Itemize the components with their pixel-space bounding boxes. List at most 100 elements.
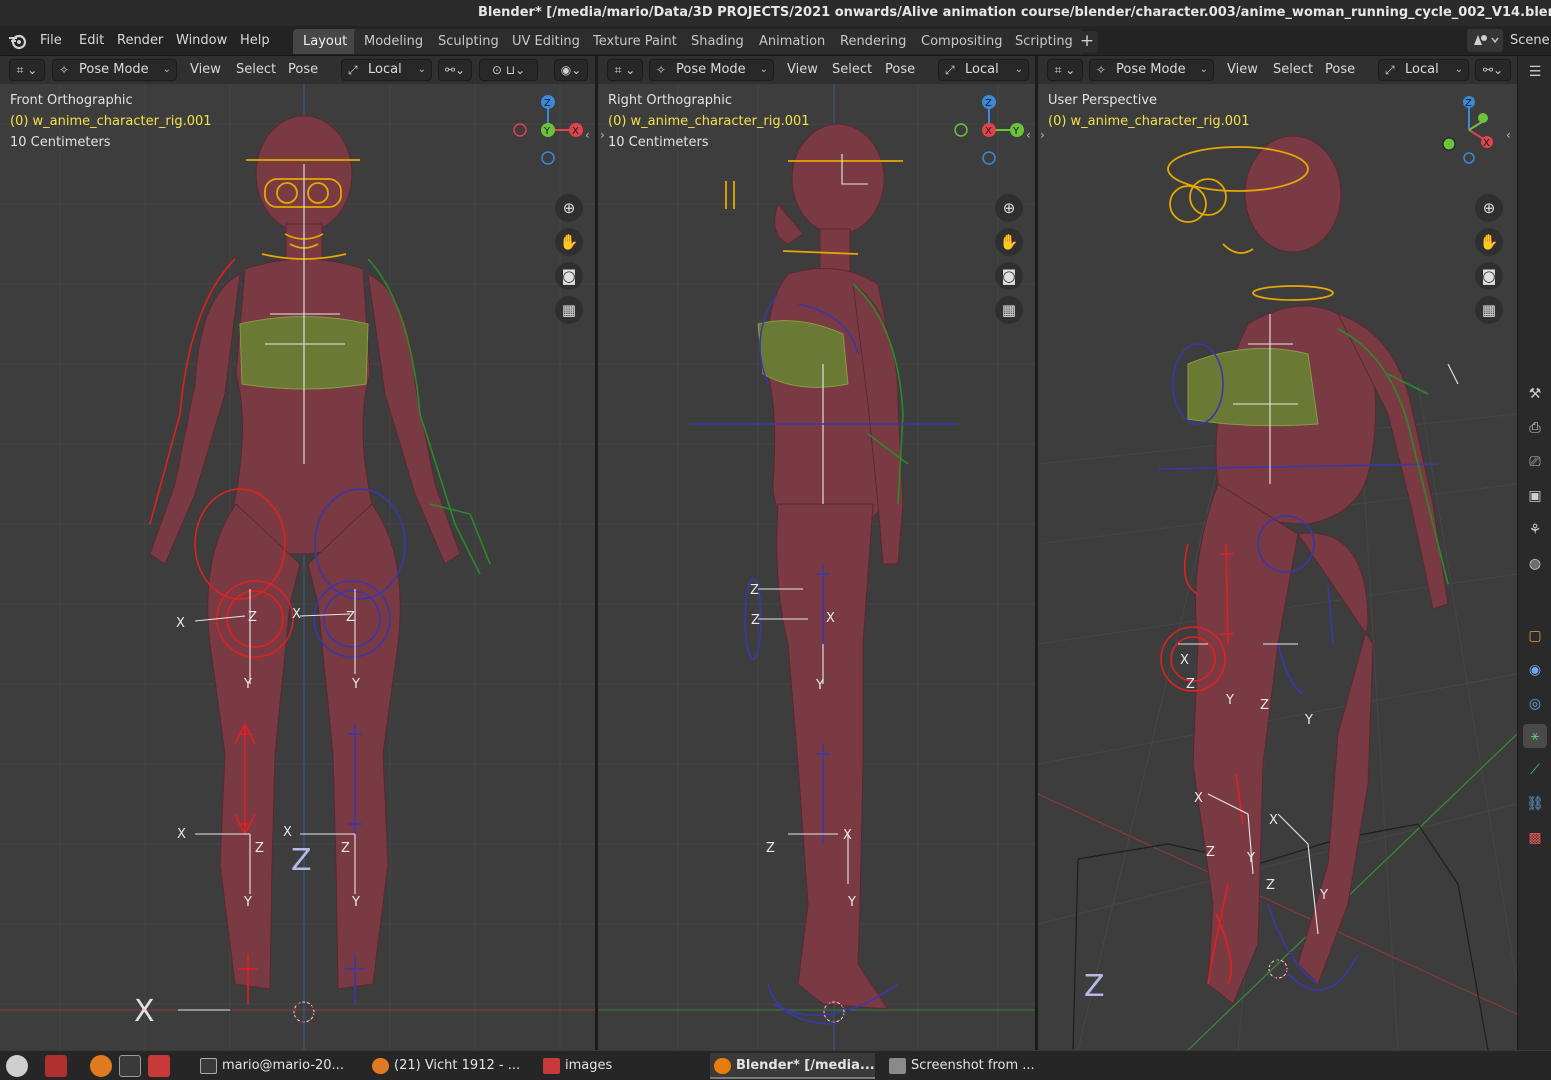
tab-uv-editing[interactable]: UV Editing xyxy=(502,29,591,54)
tab-animation[interactable]: Animation xyxy=(749,29,837,54)
show-desktop-icon[interactable] xyxy=(45,1055,67,1077)
menu-view[interactable]: View xyxy=(1227,59,1258,81)
menu-edit[interactable]: Edit xyxy=(71,30,112,52)
modifier-icon[interactable]: ◉ xyxy=(1523,658,1547,682)
taskbar-item-terminal[interactable]: mario@mario-20... xyxy=(196,1053,356,1079)
folder-icon[interactable] xyxy=(148,1055,170,1077)
mode-selector[interactable]: ✧ Pose Mode ⌄ xyxy=(52,59,177,81)
navigation-gizmo[interactable]: X Z Y xyxy=(508,90,588,170)
axis-label-z: Z xyxy=(751,613,760,628)
camera-icon[interactable]: ◙ xyxy=(1475,262,1503,290)
object-name: (0) w_anime_character_rig.001 xyxy=(10,114,212,129)
editor-type-icon: ⌗ ⌄ xyxy=(1054,63,1076,77)
physics-icon[interactable]: ◎ xyxy=(1523,692,1547,716)
axis-label-x: X xyxy=(283,825,292,840)
camera-icon[interactable]: ◙ xyxy=(555,262,583,290)
menu-pose[interactable]: Pose xyxy=(885,59,915,81)
object-icon[interactable]: ▢ xyxy=(1523,624,1547,648)
menu-view[interactable]: View xyxy=(190,59,221,81)
tab-sculpting[interactable]: Sculpting xyxy=(428,29,510,54)
firefox-icon xyxy=(372,1058,389,1074)
camera-icon[interactable]: ◙ xyxy=(995,262,1023,290)
output-icon[interactable]: ⎚ xyxy=(1523,450,1547,474)
properties-menu-icon[interactable]: ☰ xyxy=(1523,60,1547,84)
tool-icon[interactable]: ⚒ xyxy=(1523,382,1547,406)
hand-icon[interactable]: ✋ xyxy=(1475,228,1503,256)
viewport-right[interactable]: ⌗ ⌄ ✧ Pose Mode ⌄ View Select Pose ⤢ Loc… xyxy=(598,56,1035,1050)
menu-help[interactable]: Help xyxy=(232,30,278,52)
editor-type-button[interactable]: ⌗ ⌄ xyxy=(9,59,45,81)
transform-orientation-selector[interactable]: ⤢ Local ⌄ xyxy=(341,59,432,81)
region-toggle-icon[interactable]: ‹ xyxy=(585,128,590,142)
menu-pose[interactable]: Pose xyxy=(1325,59,1355,81)
bone-constraint-icon[interactable]: ⛓ xyxy=(1523,792,1547,816)
mode-selector[interactable]: ✧ Pose Mode ⌄ xyxy=(1089,59,1214,81)
add-workspace-button[interactable]: + xyxy=(1076,31,1098,53)
bone-icon[interactable]: ⟋ xyxy=(1523,758,1547,782)
scene-icon[interactable]: ⚘ xyxy=(1523,518,1547,542)
menu-launcher-icon[interactable] xyxy=(6,1055,28,1077)
tab-modeling[interactable]: Modeling xyxy=(354,29,435,54)
scene-selector-button[interactable] xyxy=(1467,29,1503,52)
viewport-canvas[interactable]: X Z Z X Y Y X Z X Z Y Y Z X Front Orthog… xyxy=(0,84,595,1050)
blender-logo-icon[interactable] xyxy=(8,32,28,50)
transform-orientation-selector[interactable]: ⤢ Local ⌄ xyxy=(938,59,1029,81)
navigation-gizmo[interactable]: Z X xyxy=(1429,90,1509,170)
transform-orientation-selector[interactable]: ⤢ Local ⌄ xyxy=(1378,59,1469,81)
zoom-icon[interactable]: ⊕ xyxy=(1475,194,1503,222)
viewport-perspective[interactable]: ⌗ ⌄ ✧ Pose Mode ⌄ View Select Pose ⤢ Loc… xyxy=(1038,56,1517,1050)
tab-rendering[interactable]: Rendering xyxy=(830,29,918,54)
menu-window[interactable]: Window xyxy=(168,30,235,52)
axis-label-z: Z xyxy=(341,841,350,856)
scene-name[interactable]: Scene xyxy=(1510,30,1550,52)
zoom-icon[interactable]: ⊕ xyxy=(995,194,1023,222)
region-toggle-icon[interactable]: ‹ xyxy=(1506,128,1511,142)
region-toggle-icon[interactable]: › xyxy=(600,128,605,142)
tab-texture-paint[interactable]: Texture Paint xyxy=(583,29,688,54)
object-data-icon[interactable]: ⚹ xyxy=(1523,724,1547,748)
grid-icon[interactable]: ▦ xyxy=(1475,296,1503,324)
chevron-down-icon: ⌄ xyxy=(417,64,426,75)
tab-compositing[interactable]: Compositing xyxy=(911,29,1014,54)
region-toggle-icon[interactable]: › xyxy=(1040,128,1045,142)
region-toggle-icon[interactable]: ‹ xyxy=(1026,128,1031,142)
menu-file[interactable]: File xyxy=(32,30,70,52)
render-icon[interactable]: ⎙ xyxy=(1523,416,1547,440)
editor-type-button[interactable]: ⌗ ⌄ xyxy=(1047,59,1083,81)
grid-icon[interactable]: ▦ xyxy=(995,296,1023,324)
grid-icon[interactable]: ▦ xyxy=(555,296,583,324)
menu-pose[interactable]: Pose xyxy=(288,59,318,81)
menu-select[interactable]: Select xyxy=(832,59,872,81)
taskbar-item-images[interactable]: images xyxy=(539,1053,699,1079)
tab-layout[interactable]: Layout xyxy=(293,29,359,54)
visibility-button[interactable]: ◉⌄ xyxy=(554,59,588,81)
taskbar-item-firefox[interactable]: (21) Vicht 1912 - ... xyxy=(368,1053,528,1079)
terminal-icon[interactable] xyxy=(119,1055,141,1077)
editor-type-button[interactable]: ⌗ ⌄ xyxy=(607,59,643,81)
taskbar-item-blender[interactable]: Blender* [/media... xyxy=(710,1053,875,1079)
viewport-front[interactable]: ⌗ ⌄ ✧ Pose Mode ⌄ View Select Pose ⤢ Loc… xyxy=(0,56,595,1050)
hand-icon[interactable]: ✋ xyxy=(995,228,1023,256)
pivot-button[interactable]: ⚯⌄ xyxy=(438,59,472,81)
taskbar-item-screenshot[interactable]: Screenshot from ... xyxy=(885,1053,1045,1079)
zoom-icon[interactable]: ⊕ xyxy=(555,194,583,222)
hand-icon[interactable]: ✋ xyxy=(555,228,583,256)
tab-shading[interactable]: Shading xyxy=(681,29,755,54)
firefox-icon[interactable] xyxy=(90,1055,112,1077)
mode-selector[interactable]: ✧ Pose Mode ⌄ xyxy=(649,59,774,81)
menu-render[interactable]: Render xyxy=(109,30,171,52)
snap-button[interactable]: ⊙ ⊔⌄ xyxy=(479,59,538,81)
menu-select[interactable]: Select xyxy=(1273,59,1313,81)
texture-icon[interactable]: ▩ xyxy=(1523,826,1547,850)
viewport-canvas[interactable]: Z Z X Y Z X Y Right Orthographic (0) w_a… xyxy=(598,84,1035,1050)
view-layer-icon[interactable]: ▣ xyxy=(1523,484,1547,508)
menu-select[interactable]: Select xyxy=(236,59,276,81)
menu-view[interactable]: View xyxy=(787,59,818,81)
navigation-gizmo[interactable]: Y Z X xyxy=(949,90,1029,170)
orientation-label: Local xyxy=(965,62,999,77)
viewport-canvas[interactable]: X Z Y Z Y X Z Y X Z Y Z User Perspective… xyxy=(1038,84,1517,1050)
pivot-button[interactable]: ⚯⌄ xyxy=(1475,59,1511,81)
tab-scripting[interactable]: Scripting xyxy=(1005,29,1084,54)
world-icon[interactable]: ◍ xyxy=(1523,552,1547,576)
axis-label-y: Y xyxy=(1246,851,1255,866)
